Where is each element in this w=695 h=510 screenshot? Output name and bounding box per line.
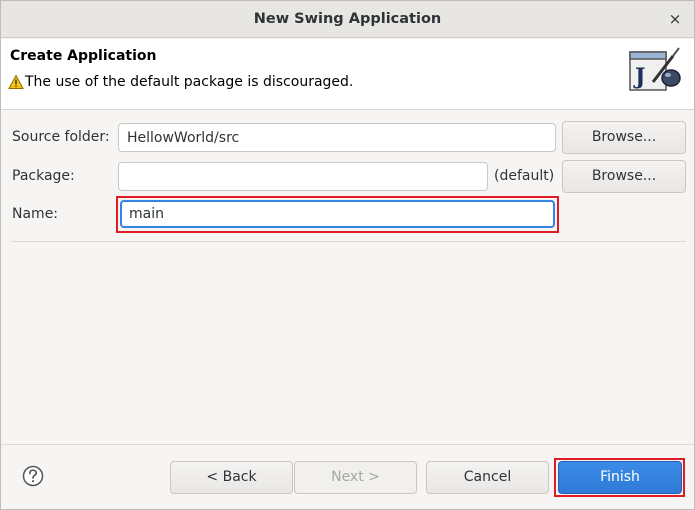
- title-bar: New Swing Application ×: [1, 1, 694, 38]
- next-button[interactable]: Next >: [294, 461, 417, 494]
- name-input[interactable]: [120, 200, 555, 228]
- name-label: Name:: [12, 206, 59, 222]
- form-separator: [11, 241, 686, 242]
- source-folder-label: Source folder:: [12, 129, 110, 145]
- warning-icon: [8, 74, 24, 89]
- package-browse-button[interactable]: Browse...: [562, 160, 686, 193]
- package-default-text: (default): [494, 168, 555, 184]
- help-icon[interactable]: [22, 465, 44, 487]
- cancel-button[interactable]: Cancel: [426, 461, 549, 494]
- new-swing-application-dialog: New Swing Application × Create Applicati…: [0, 0, 695, 510]
- wizard-banner: Create Application The use of the defaul…: [1, 39, 694, 110]
- dialog-title: New Swing Application: [253, 11, 442, 27]
- source-folder-browse-button[interactable]: Browse...: [562, 121, 686, 154]
- finish-button[interactable]: Finish: [558, 461, 682, 494]
- close-icon[interactable]: ×: [666, 10, 684, 28]
- svg-text:J: J: [633, 64, 645, 90]
- banner-message-text: The use of the default package is discou…: [25, 74, 354, 90]
- source-folder-input[interactable]: [118, 123, 556, 152]
- footer-separator: [1, 444, 694, 445]
- back-button[interactable]: < Back: [170, 461, 293, 494]
- banner-message: The use of the default package is discou…: [8, 74, 353, 90]
- package-input[interactable]: [118, 162, 488, 191]
- java-wizard-icon: J: [629, 47, 681, 91]
- package-label: Package:: [12, 168, 75, 184]
- banner-title: Create Application: [10, 48, 157, 64]
